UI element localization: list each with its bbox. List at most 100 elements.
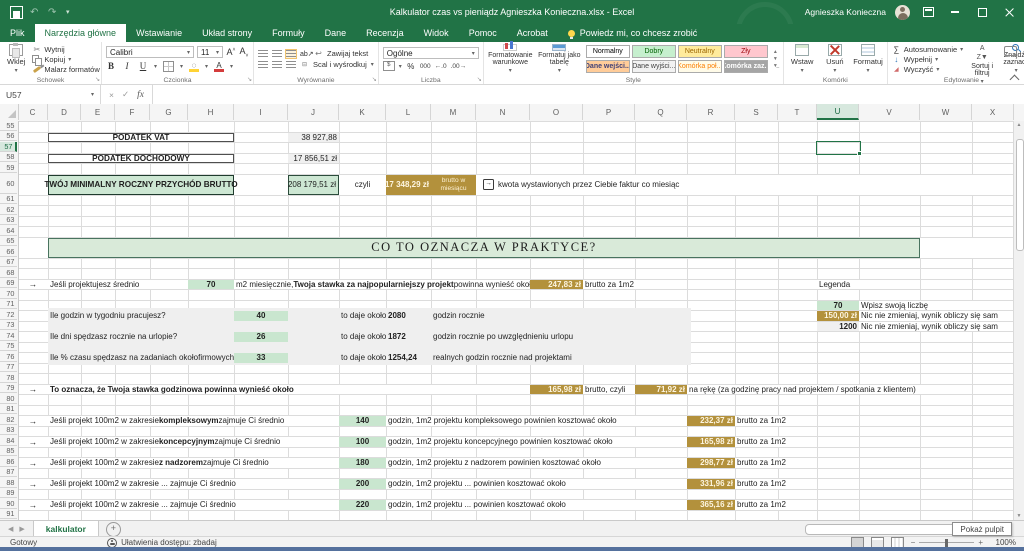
row-header-60[interactable]: 60 [0,174,17,194]
column-header-H[interactable]: H [188,104,234,120]
row-header-65[interactable]: 65 [0,237,17,247]
column-header-F[interactable]: F [115,104,150,120]
row-header-83[interactable]: 83 [0,426,17,436]
cell-K86[interactable]: 180 [339,458,386,468]
font-size-select[interactable]: 11▾ [197,46,223,58]
column-header-O[interactable]: O [530,104,583,120]
vertical-scrollbar[interactable]: ▲ ▼ [1013,121,1024,520]
cell-Q79[interactable]: 71,92 zł [635,385,687,395]
user-avatar[interactable] [895,5,910,20]
copy-button[interactable]: Kopiuj▾ [32,55,99,64]
column-header-X[interactable]: X [972,104,1014,120]
row-header-90[interactable]: 90 [0,499,17,509]
cell-U73[interactable]: 1200 [817,322,859,332]
cell-R82[interactable]: 232,37 zł [687,416,735,426]
row-header-55[interactable]: 55 [0,121,17,131]
conditional-formatting-button[interactable]: Formatowanie warunkowe▾ [488,44,533,74]
bold-button[interactable]: B [106,61,116,71]
scroll-up-icon[interactable]: ▲ [1014,122,1024,128]
style-dane-wejści-[interactable]: Dane wejści... [586,60,630,73]
cell-L76[interactable]: 1254,24 [386,353,431,363]
row-header-88[interactable]: 88 [0,478,17,488]
cell-R88[interactable]: 331,96 zł [687,479,735,489]
cut-button[interactable]: ✂Wytnij [32,45,99,54]
ribbon-tab-dane[interactable]: Dane [315,24,357,42]
cell-U71[interactable]: 70 [817,301,859,311]
cell-M60[interactable]: brutto w miesiącu [431,175,476,195]
ribbon-tab-acrobat[interactable]: Acrobat [507,24,558,42]
zoom-level[interactable]: 100% [990,538,1016,547]
column-header-C[interactable]: C [18,104,48,120]
format-painter-button[interactable]: Malarz formatów [32,65,99,74]
cell-D65[interactable]: CO TO OZNACZA W PRAKTYCE? [48,238,920,258]
cell-L60[interactable]: 17 348,29 zł [386,175,431,195]
column-header-R[interactable]: R [687,104,735,120]
row-header-76[interactable]: 76 [0,352,17,362]
row-header-66[interactable]: 66 [0,247,17,257]
style-dane-wyjści-[interactable]: Dane wyjści... [632,60,676,73]
column-header-T[interactable]: T [778,104,817,120]
insert-function-icon[interactable]: fx [137,90,144,100]
cell-S88[interactable]: brutto za 1m2 [735,479,817,489]
gallery-scroll[interactable]: ▲▼▼̲ [772,44,779,74]
row-header-62[interactable]: 62 [0,205,17,215]
style-normalny[interactable]: Normalny [586,45,630,58]
restore-button[interactable] [973,4,991,20]
formula-input[interactable] [153,85,1024,104]
row-header-75[interactable]: 75 [0,342,17,352]
row-header-57[interactable]: 57 [0,142,17,152]
fill-button[interactable]: ↓Wypełnij▾ [892,55,963,64]
spreadsheet-grid[interactable]: PODATEK VAT38 927,88PODATEK DOCHODOWY17 … [0,121,1014,520]
enter-icon[interactable]: ✓ [122,89,129,100]
row-header-56[interactable]: 56 [0,132,17,142]
style-zły[interactable]: Zły [724,45,768,58]
cell-D58[interactable]: PODATEK DOCHODOWY [48,154,234,164]
cell-C82[interactable]: → [18,416,48,426]
accessibility-checker[interactable]: Ułatwienia dostępu: zbadaj [47,538,217,548]
shrink-font-icon[interactable]: A˅ [239,46,249,59]
column-header-U[interactable]: U [817,104,859,120]
column-header-L[interactable]: L [386,104,431,120]
borders-options-icon[interactable]: ▾ [180,63,183,70]
cell-K60[interactable]: czyli [339,175,386,195]
cell-C88[interactable]: → [18,479,48,489]
column-header-V[interactable]: V [859,104,920,120]
paste-button[interactable]: Wklej ▾ [4,44,28,74]
ribbon-tab-pomoc[interactable]: Pomoc [459,24,507,42]
zoom-slider[interactable] [919,542,974,543]
close-button[interactable] [1000,4,1018,20]
column-header-Q[interactable]: Q [635,104,687,120]
style-neutralny[interactable]: Neutralny [678,45,722,58]
save-icon[interactable] [10,6,23,19]
dialog-launcher-icon[interactable]: ↘ [95,77,100,83]
column-header-G[interactable]: G [150,104,188,120]
cell-P69[interactable]: brutto za 1m2 [583,280,687,290]
ribbon-tab-recenzja[interactable]: Recenzja [356,24,414,42]
cell-I76[interactable]: 33 [234,353,288,363]
cell-L84[interactable]: godzin, 1m2 projektu koncepcyjnego powin… [386,437,687,447]
row-header-81[interactable]: 81 [0,405,17,415]
row-header-80[interactable]: 80 [0,394,17,404]
ribbon-tab-formuły[interactable]: Formuły [262,24,315,42]
cell-H69[interactable]: 70 [188,280,234,290]
style-komórka-zaz-[interactable]: Komórka zaz... [724,60,768,73]
zoom-out-icon[interactable]: − [911,538,916,547]
cell-P79[interactable]: brutto, czyli [583,385,635,395]
underline-button[interactable]: U [138,61,148,71]
zoom-in-icon[interactable]: + [978,538,983,547]
column-header-M[interactable]: M [431,104,476,120]
cell-R90[interactable]: 365,16 zł [687,500,735,510]
cell-C79[interactable]: → [18,385,48,395]
fill-color-icon[interactable]: ◌ [189,61,199,71]
cell-C69[interactable]: → [18,280,48,290]
column-header-W[interactable]: W [920,104,972,120]
row-header-71[interactable]: 71 [0,300,17,310]
row-header-63[interactable]: 63 [0,216,17,226]
row-header-86[interactable]: 86 [0,457,17,467]
ribbon-tab-narzędzia-główne[interactable]: Narzędzia główne [35,24,127,42]
cell-V73[interactable]: Nic nie zmieniaj, wynik obliczy się sam [859,322,1014,332]
cell-S82[interactable]: brutto za 1m2 [735,416,817,426]
cell-U72[interactable]: 150,00 zł [817,311,859,321]
row-header-85[interactable]: 85 [0,447,17,457]
new-sheet-icon[interactable]: + [106,522,121,537]
